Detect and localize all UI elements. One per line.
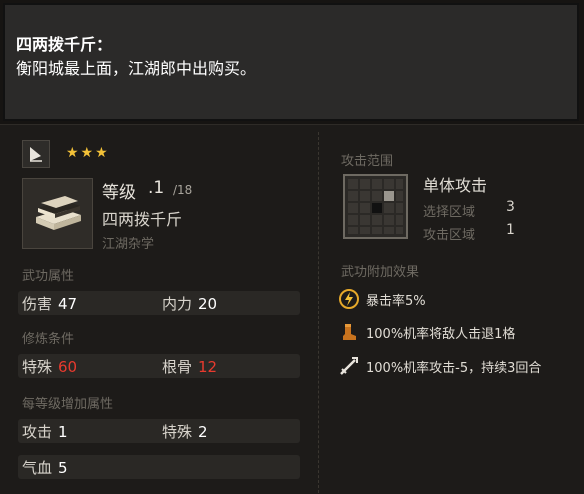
attack-area-label: 攻击区域 [423,228,476,243]
stat-label: 攻击 [22,423,53,441]
effect-item: 100%机率将敌人击退1格 [338,321,515,343]
select-area-label: 选择区域 [423,205,476,220]
hp-per-level: 气血 5 [22,457,68,478]
tooltip-title: 四两拨千斤： [16,35,113,54]
stat-value: 60 [58,358,78,376]
stat-value: 47 [58,295,78,313]
stat-value: 12 [198,358,218,376]
skill-name: 四两拨千斤 [102,210,183,229]
stat-value: 5 [58,459,68,477]
range-section-title: 攻击范围 [341,154,394,169]
stat-value: 1 [58,423,68,441]
crossed-swords-icon [338,355,360,377]
constitution-requirement: 根骨 12 [162,356,217,377]
attack-area-value: 1 [506,222,515,238]
attack-per-level: 攻击 1 [22,421,68,442]
lightning-icon [338,288,360,310]
target-type: 单体攻击 [423,176,488,195]
attributes-section-title: 武功属性 [22,269,75,284]
stat-label: 内力 [162,295,193,313]
stat-label: 根骨 [162,358,193,376]
skill-type-badge[interactable] [22,140,50,168]
requirements-section-title: 修炼条件 [22,332,75,347]
panel-divider [318,132,319,493]
effect-text: 100%机率将敌人击退1格 [366,326,516,342]
effect-text: 100%机率攻击-5，持续3回合 [366,360,542,376]
tooltip-body: 衡阳城最上面，江湖郎中出购买。 [16,59,257,78]
rarity-stars: ★★★ [66,145,110,161]
description-tooltip: 四两拨千斤： 衡阳城最上面，江湖郎中出购买。 [3,3,579,121]
book-icon [36,196,81,230]
special-requirement: 特殊 60 [22,356,77,377]
inner-power-stat: 内力 20 [162,293,217,314]
damage-stat: 伤害 47 [22,293,77,314]
level-label: 等级 [102,183,136,203]
effect-item: 暴击率5% [338,288,426,310]
level-value: .1 [148,178,165,198]
effects-section-title: 武功附加效果 [341,265,420,280]
skill-category: 江湖杂学 [102,237,155,252]
per-level-section-title: 每等级增加属性 [22,397,114,412]
flag-icon [30,147,42,162]
stat-label: 特殊 [162,423,193,441]
range-grid-cells [348,179,403,234]
effect-item: 100%机率攻击-5，持续3回合 [338,355,541,377]
skill-book-slot[interactable] [22,178,93,249]
stat-label: 伤害 [22,295,53,313]
stat-label: 特殊 [22,358,53,376]
special-per-level: 特殊 2 [162,421,208,442]
attack-range-grid [343,174,408,239]
effect-text: 暴击率5% [366,293,426,309]
boot-icon [338,321,360,343]
level-max: /18 [173,183,193,197]
stat-label: 气血 [22,459,53,477]
stat-value: 2 [198,423,208,441]
stat-value: 20 [198,295,218,313]
select-area-value: 3 [506,199,515,215]
